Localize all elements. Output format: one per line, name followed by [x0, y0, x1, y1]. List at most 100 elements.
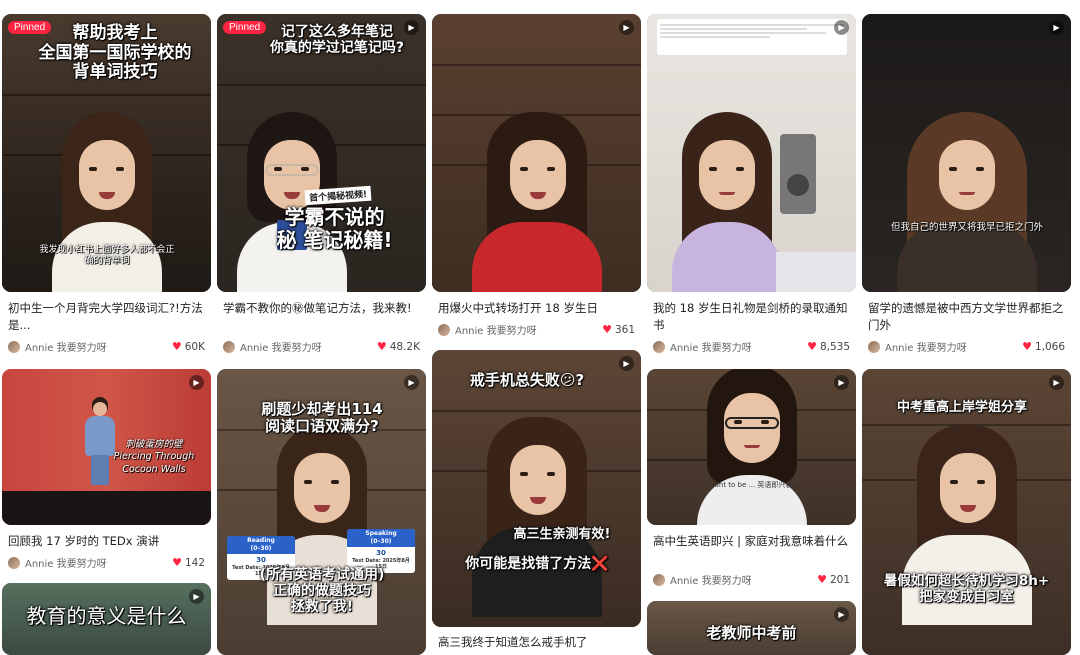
cover-subtitle: 但我自己的世界又将我早已拒之门外 [890, 222, 1043, 233]
person-figure [672, 112, 782, 292]
author-name[interactable]: Annie 我要努力呀 [25, 555, 172, 570]
washing-machine [780, 134, 816, 214]
note-cover[interactable]: Pinned ▶ 记了这么多年笔记 你真的学过记笔记吗? 首个揭秘视频! 学霸不… [217, 14, 426, 292]
person-figure [471, 112, 602, 292]
cover-headline: 刷题少却考出114 阅读口语双满分? [261, 400, 383, 436]
like-count: 361 [614, 323, 635, 336]
like-count: 8,535 [819, 340, 850, 353]
note-title[interactable]: 回顾我 17 岁时的 TEDx 演讲 [8, 533, 205, 550]
like-count: 60K [184, 340, 205, 353]
note-card[interactable]: ▶ 刷题少却考出114 阅读口语双满分? Reading (0–30) 30 T… [217, 369, 426, 655]
author-avatar[interactable] [653, 573, 665, 586]
note-cover[interactable]: ▶ 老教师中考前 [647, 601, 856, 655]
author-avatar[interactable] [8, 340, 20, 353]
feed-column-3: ▶ 用爆火中式转场打开 18 岁生日 Annie 我要努力呀 ♥ 361 ▶ 戒手… [432, 0, 641, 655]
author-name[interactable]: Annie 我要努力呀 [240, 339, 377, 354]
like-button[interactable]: ♥ 48.2K [377, 340, 420, 353]
author-name[interactable]: Annie 我要努力呀 [25, 339, 172, 354]
like-button[interactable]: ♥ 142 [172, 556, 205, 569]
cover-headline: 教育的意义是什么 [26, 604, 187, 628]
laptop [776, 252, 856, 292]
feed-column-4: ▶ 我的 18 岁生日礼物是剑桥的录取通知书 Annie 我要努力呀 ♥ 8,53… [647, 0, 856, 655]
note-card[interactable]: ▶ 中考重高上岸学姐分享 暑假如何超长待机学习8h+ 把家变成自习室 [862, 369, 1071, 655]
play-icon: ▶ [1049, 375, 1064, 390]
play-icon: ▶ [1049, 20, 1064, 35]
play-icon: ▶ [189, 589, 204, 604]
like-button[interactable]: ♥ 60K [172, 340, 205, 353]
like-button[interactable]: ♥ 361 [602, 323, 635, 336]
note-title[interactable]: 学霸不教你的㊙做笔记方法，我来教! [223, 300, 420, 334]
author-avatar[interactable] [8, 556, 20, 569]
cover-subtitle: 我发现小红书上面好多人都不会正 确的背单词 [39, 244, 175, 267]
author-avatar[interactable] [438, 323, 450, 336]
feed-column-5: ▶ 但我自己的世界又将我早已拒之门外 留学的遗憾是被中西方文学世界都拒之门外 A… [862, 0, 1071, 655]
heart-icon: ♥ [172, 556, 182, 569]
note-title[interactable]: 留学的遗憾是被中西方文学世界都拒之门外 [868, 300, 1065, 334]
note-cover[interactable]: ▶ [647, 14, 856, 292]
note-meta: Annie 我要努力呀 ♥ 60K [8, 339, 205, 354]
note-cover[interactable]: ▶ 刺破蛋房的壁 Piercing Through Cocoon Walls [2, 369, 211, 525]
author-name[interactable]: Annie 我要努力呀 [670, 572, 817, 587]
cover-headline: 老教师中考前 [706, 624, 797, 642]
like-button[interactable]: ♥ 201 [817, 573, 850, 586]
author-avatar[interactable] [223, 340, 235, 353]
author-name[interactable]: Annie 我要努力呀 [885, 339, 1022, 354]
author-name[interactable]: Annie 我要努力呀 [670, 339, 807, 354]
note-cover[interactable]: ▶ 但我自己的世界又将我早已拒之门外 [862, 14, 1071, 292]
person-figure [896, 112, 1037, 292]
note-meta: Annie 我要努力呀 ♥ 48.2K [223, 339, 420, 354]
note-title[interactable]: 用爆火中式转场打开 18 岁生日 [438, 300, 635, 317]
note-title[interactable]: 我的 18 岁生日礼物是剑桥的录取通知书 [653, 300, 850, 334]
like-count: 48.2K [389, 340, 420, 353]
play-icon: ▶ [619, 356, 634, 371]
play-icon: ▶ [834, 20, 849, 35]
note-card[interactable]: ▶ 戒手机总失败😕? 高三生亲测有效! 你可能是找错了方法❌ 高三我终于知道怎么… [432, 350, 641, 651]
note-cover[interactable]: ▶ 教育的意义是什么 [2, 583, 211, 655]
note-cover[interactable]: Pinned 帮助我考上 全国第一国际学校的 背单词技巧 我发现小红书上面好多人… [2, 14, 211, 292]
note-card[interactable]: ▶ 用爆火中式转场打开 18 岁生日 Annie 我要努力呀 ♥ 361 [432, 14, 641, 337]
note-card[interactable]: Pinned ▶ 记了这么多年笔记 你真的学过记笔记吗? 首个揭秘视频! 学霸不… [217, 14, 426, 354]
note-card[interactable]: ▶ 我的 18 岁生日礼物是剑桥的录取通知书 Annie 我要努力呀 ♥ 8,53… [647, 14, 856, 354]
note-cover[interactable]: ▶ 戒手机总失败😕? 高三生亲测有效! 你可能是找错了方法❌ [432, 350, 641, 627]
author-avatar[interactable] [868, 340, 880, 353]
note-meta: Annie 我要努力呀 ♥ 1,066 [868, 339, 1065, 354]
note-card[interactable]: Pinned 帮助我考上 全国第一国际学校的 背单词技巧 我发现小红书上面好多人… [2, 14, 211, 354]
note-cover[interactable]: ▶ 刷题少却考出114 阅读口语双满分? Reading (0–30) 30 T… [217, 369, 426, 655]
note-meta: Annie 我要努力呀 ♥ 8,535 [653, 339, 850, 354]
note-cover[interactable]: ▶ 中考重高上岸学姐分享 暑假如何超长待机学习8h+ 把家变成自习室 [862, 369, 1071, 655]
note-title[interactable]: 高中生英语即兴 | 家庭对我意味着什么 [653, 533, 850, 567]
heart-icon: ♥ [817, 573, 827, 586]
note-card[interactable]: ▶ 刺破蛋房的壁 Piercing Through Cocoon Walls 回… [2, 369, 211, 570]
note-title[interactable]: 高三我终于知道怎么戒手机了 [438, 634, 635, 651]
play-icon: ▶ [834, 375, 849, 390]
cover-headline: 中考重高上岸学姐分享 [896, 400, 1027, 415]
note-title[interactable]: 初中生一个月背完大学四级词汇?!方法是... [8, 300, 205, 334]
note-card[interactable]: ▶ 但我自己的世界又将我早已拒之门外 留学的遗憾是被中西方文学世界都拒之门外 A… [862, 14, 1071, 354]
cover-subtitle: 刺破蛋房的壁 Piercing Through Cocoon Walls [113, 439, 195, 475]
note-cover[interactable]: ▶ [432, 14, 641, 292]
cover-headline-secondary: 暑假如何超长待机学习8h+ 把家变成自习室 [883, 573, 1050, 605]
cover-headline-secondary: (所有英语考试通用) 正确的做题技巧 拯救了我! [259, 567, 385, 616]
cover-headline-secondary: 学霸不说的 秘 笔记秘籍! [276, 205, 393, 252]
cover-headline-secondary: 高三生亲测有效! [513, 527, 611, 542]
heart-icon: ♥ [1022, 340, 1032, 353]
like-button[interactable]: ♥ 8,535 [807, 340, 850, 353]
cover-headline: 帮助我考上 全国第一国际学校的 背单词技巧 [38, 23, 192, 83]
person-figure [471, 417, 602, 617]
heart-icon: ♥ [807, 340, 817, 353]
play-icon: ▶ [189, 375, 204, 390]
like-button[interactable]: ♥ 1,066 [1022, 340, 1065, 353]
note-meta: Annie 我要努力呀 ♥ 142 [8, 555, 205, 570]
feed-column-2: Pinned ▶ 记了这么多年笔记 你真的学过记笔记吗? 首个揭秘视频! 学霸不… [217, 0, 426, 655]
cover-headline: 记了这么多年笔记 你真的学过记笔记吗? [269, 24, 405, 57]
note-card[interactable]: ▶ 老教师中考前 [647, 601, 856, 655]
author-name[interactable]: Annie 我要努力呀 [455, 322, 602, 337]
heart-icon: ♥ [376, 340, 387, 353]
heart-icon: ♥ [171, 340, 182, 353]
note-card[interactable]: ▶ 教育的意义是什么 [2, 583, 211, 655]
author-avatar[interactable] [653, 340, 665, 353]
cover-headline-tertiary: 你可能是找错了方法❌ [465, 556, 609, 572]
screen-overlay [657, 19, 847, 55]
note-card[interactable]: ▶ I want to be ... 英语即兴表达 高中生英语即兴 | 家庭对我… [647, 369, 856, 587]
note-cover[interactable]: ▶ I want to be ... 英语即兴表达 [647, 369, 856, 525]
